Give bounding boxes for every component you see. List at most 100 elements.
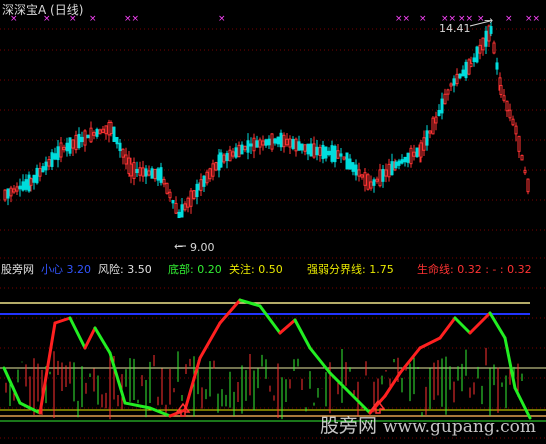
candle-body xyxy=(47,159,51,167)
candle-body xyxy=(240,144,244,155)
candle-body xyxy=(489,26,493,34)
candle-body xyxy=(369,181,373,189)
svg-text:→: → xyxy=(484,14,493,27)
candle-body xyxy=(144,168,148,177)
candle-body xyxy=(118,142,122,152)
candle-body xyxy=(237,144,241,158)
candle-body xyxy=(199,179,203,191)
candle-body xyxy=(243,145,247,151)
candle-body xyxy=(53,153,57,160)
candle-body xyxy=(214,162,218,171)
candle-body xyxy=(86,134,90,139)
candle-body xyxy=(162,178,166,185)
candle-body xyxy=(156,168,160,181)
candle-body xyxy=(400,159,404,164)
curve-segment xyxy=(258,304,282,335)
candle-body xyxy=(455,73,459,85)
candle-body xyxy=(231,151,235,157)
candle-body xyxy=(285,138,289,146)
candle-body xyxy=(189,190,193,207)
candle-body xyxy=(174,202,178,214)
price-kline-panel[interactable]: × × × × ×× × ×× × ×× ×× × × ×× 14.41 → ← 9.00 xyxy=(0,0,546,262)
curve-segment xyxy=(468,311,492,335)
candle-body xyxy=(303,144,307,152)
candle-body xyxy=(312,143,316,158)
candle-body xyxy=(183,203,187,211)
candle-body xyxy=(153,168,157,180)
candle-body xyxy=(372,179,376,186)
candle-body xyxy=(495,62,499,70)
candle-body xyxy=(50,152,54,167)
candle-body xyxy=(56,146,60,161)
curve-segment xyxy=(148,406,172,418)
legend-dibu: 底部: 0.20 xyxy=(168,263,222,276)
indicator-legend: 股旁网 小心 3.20 风险: 3.50 底部: 0.20 关注: 0.50 强… xyxy=(0,262,546,278)
candle-body xyxy=(141,167,145,177)
candle-body xyxy=(124,154,128,165)
candle-body xyxy=(77,133,81,149)
candle-body xyxy=(294,138,298,152)
candle-body xyxy=(255,140,259,148)
candle-body xyxy=(273,138,277,144)
candle-body xyxy=(523,169,527,174)
candle-body xyxy=(249,143,253,147)
candle-body xyxy=(330,145,334,162)
candle-body xyxy=(360,174,364,178)
candle-body xyxy=(499,84,503,96)
curve-segment xyxy=(308,346,332,375)
signal-marker: × xyxy=(10,14,18,24)
signal-marker: × xyxy=(89,14,97,24)
watermark-url: www.gupang.com xyxy=(383,417,536,437)
candle-body xyxy=(29,178,33,186)
curve-segment xyxy=(453,316,472,335)
candle-body xyxy=(354,164,358,176)
curve-segment xyxy=(53,316,72,325)
candle-body xyxy=(282,134,286,148)
candle-body xyxy=(366,174,370,190)
candle-body xyxy=(276,136,280,145)
candle-body xyxy=(449,83,453,87)
candle-body xyxy=(406,152,410,163)
indicator-name: 股旁网 xyxy=(1,263,34,276)
candle-body xyxy=(59,142,63,158)
indicator-histogram xyxy=(5,347,527,420)
signal-marker: × xyxy=(218,14,226,24)
candle-body xyxy=(92,132,96,136)
candle-body xyxy=(44,161,48,171)
candle-body xyxy=(101,128,105,133)
candle-body xyxy=(252,137,256,152)
candle-body xyxy=(171,199,175,204)
candle-body xyxy=(219,152,223,168)
candle-body xyxy=(478,44,482,54)
candle-body xyxy=(68,137,72,154)
candle-body xyxy=(324,146,328,159)
indicator-curve xyxy=(2,298,532,420)
candle-body xyxy=(38,168,42,177)
watermark: 股旁网 www.gupang.com xyxy=(320,411,536,438)
candle-body xyxy=(41,166,45,173)
candle-body xyxy=(394,161,398,169)
signal-marker: ×× xyxy=(124,14,139,24)
candle-body xyxy=(412,151,416,157)
candle-body xyxy=(508,109,512,119)
candle-body xyxy=(24,179,28,190)
legend-guanzhu: 关注: 0.50 xyxy=(229,263,283,276)
candle-body xyxy=(461,69,465,77)
candle-body xyxy=(21,181,25,191)
low-price-label: 9.00 xyxy=(190,241,215,254)
candle-body xyxy=(62,146,66,151)
candle-body xyxy=(425,130,429,146)
candle-body xyxy=(458,73,462,79)
candle-body xyxy=(202,175,206,187)
curve-segment xyxy=(93,326,112,355)
candle-body xyxy=(397,160,401,166)
candle-body xyxy=(378,169,382,187)
candle-body xyxy=(177,211,181,219)
candle-body xyxy=(6,188,10,199)
candle-body xyxy=(83,130,87,146)
candle-body xyxy=(481,37,485,51)
candle-body xyxy=(351,162,355,172)
candle-body xyxy=(98,129,102,135)
candle-body xyxy=(192,190,196,199)
candle-body xyxy=(208,168,212,180)
